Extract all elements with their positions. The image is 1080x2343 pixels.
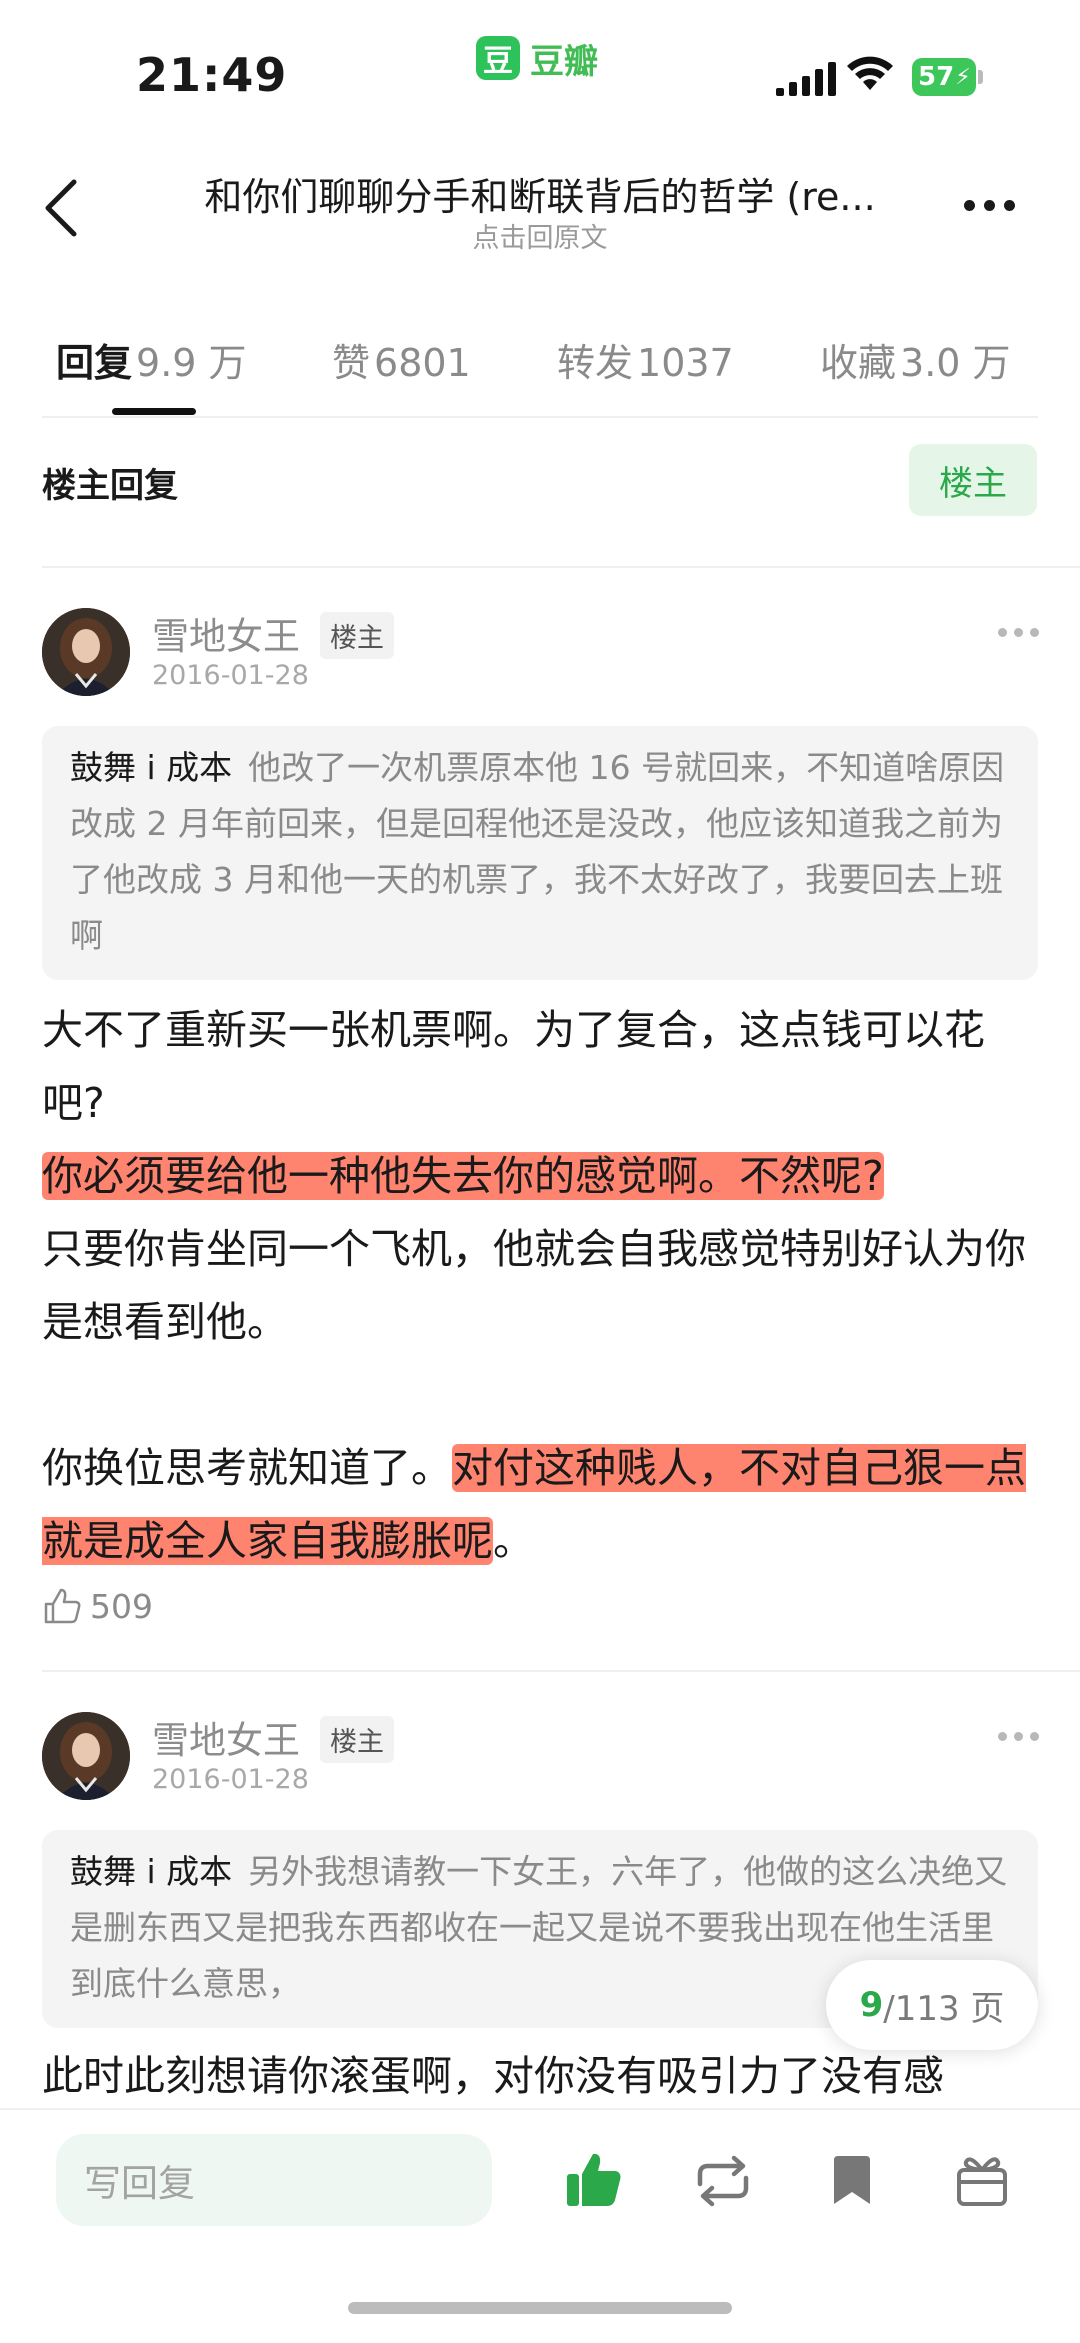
comment-date: 2016-01-28	[152, 660, 309, 691]
tab-label: 赞	[332, 341, 371, 385]
tabs-divider	[42, 416, 1038, 418]
current-page: 9	[859, 1985, 884, 2025]
app-name: 豆瓣	[530, 41, 598, 82]
op-badge: 楼主	[320, 612, 394, 659]
comment-more-icon[interactable]	[998, 628, 1039, 637]
home-indicator	[348, 2302, 732, 2314]
status-time: 21:49	[136, 48, 288, 102]
gift-icon[interactable]	[954, 2150, 1010, 2208]
comment-line: 。	[493, 1517, 534, 1565]
reply-input[interactable]: 写回复	[56, 2134, 492, 2226]
douban-logo: 豆	[476, 36, 520, 80]
quoted-author: 鼓舞 i 成本	[70, 1852, 233, 1891]
tab-label: 回复	[56, 341, 133, 385]
tab-count: 6801	[374, 341, 471, 385]
avatar[interactable]	[42, 608, 130, 696]
comment-line: 只要你肯坐同一个飞机，他就会自我感觉特别好认为你是想看到他。	[42, 1225, 1026, 1346]
tab-active-indicator	[112, 408, 196, 415]
tab-label: 收藏	[820, 341, 897, 385]
tab-likes[interactable]: 赞 6801	[332, 332, 471, 387]
host-only-filter-button[interactable]: 楼主	[909, 444, 1037, 516]
section-divider	[42, 566, 1080, 568]
total-pages: /113 页	[883, 1988, 1005, 2029]
comment-body: 大不了重新买一张机票啊。为了复合，这点钱可以花吧? 你必须要给他一种他失去你的感…	[42, 994, 1038, 1578]
tab-replies[interactable]: 回复 9.9 万	[56, 332, 247, 387]
repost-icon[interactable]	[692, 2154, 754, 2208]
comment-date: 2016-01-28	[152, 1764, 309, 1795]
battery-cap	[978, 70, 983, 84]
comment-author[interactable]: 雪地女王	[152, 606, 300, 660]
quoted-author: 鼓舞 i 成本	[70, 748, 233, 787]
post-title[interactable]: 和你们聊聊分手和断联背后的哲学 (re...	[140, 166, 940, 221]
thumb-up-outline-icon	[44, 1588, 81, 1624]
app-badge: 豆 豆瓣	[476, 36, 598, 82]
comment-author[interactable]: 雪地女王	[152, 1710, 300, 1764]
wifi-icon	[847, 56, 893, 90]
back-to-post-link[interactable]: 点击回原文	[140, 216, 940, 255]
comment-line: 你换位思考就知道了。	[42, 1444, 452, 1492]
battery-indicator: 57 ⚡	[912, 58, 976, 96]
comment-more-icon[interactable]	[998, 1732, 1039, 1741]
comment-line: 此时此刻想请你滚蛋啊，对你没有吸引力了没有感	[42, 2052, 944, 2100]
thumb-up-icon[interactable]	[564, 2150, 624, 2210]
more-icon[interactable]	[964, 200, 1015, 211]
host-replies-label: 楼主回复	[42, 466, 178, 506]
back-arrow-icon[interactable]	[36, 176, 92, 240]
page-indicator[interactable]: 9/113 页	[826, 1960, 1038, 2050]
battery-level: 57	[918, 62, 955, 92]
tab-collections[interactable]: 收藏 3.0 万	[820, 332, 1011, 387]
tab-count: 9.9 万	[136, 341, 247, 385]
like-count: 509	[90, 1586, 153, 1626]
like-button[interactable]: 509	[42, 1586, 153, 1626]
tab-count: 1037	[637, 341, 734, 385]
op-badge: 楼主	[320, 1716, 394, 1763]
tab-label: 转发	[557, 341, 634, 385]
tab-reposts[interactable]: 转发 1037	[557, 332, 734, 387]
comment-body: 此时此刻想请你滚蛋啊，对你没有吸引力了没有感	[42, 2040, 1038, 2113]
bookmark-icon[interactable]	[830, 2154, 874, 2208]
highlighted-text: 你必须要给他一种他失去你的感觉啊。不然呢?	[42, 1152, 884, 1200]
quoted-reply[interactable]: 鼓舞 i 成本 他改了一次机票原本他 16 号就回来，不知道啥原因改成 2 月年前…	[42, 726, 1038, 980]
avatar[interactable]	[42, 1712, 130, 1800]
signal-icon	[776, 62, 836, 96]
comment-line: 大不了重新买一张机票啊。为了复合，这点钱可以花吧?	[42, 1006, 985, 1127]
comment-divider	[42, 1670, 1080, 1672]
tab-count: 3.0 万	[900, 341, 1011, 385]
